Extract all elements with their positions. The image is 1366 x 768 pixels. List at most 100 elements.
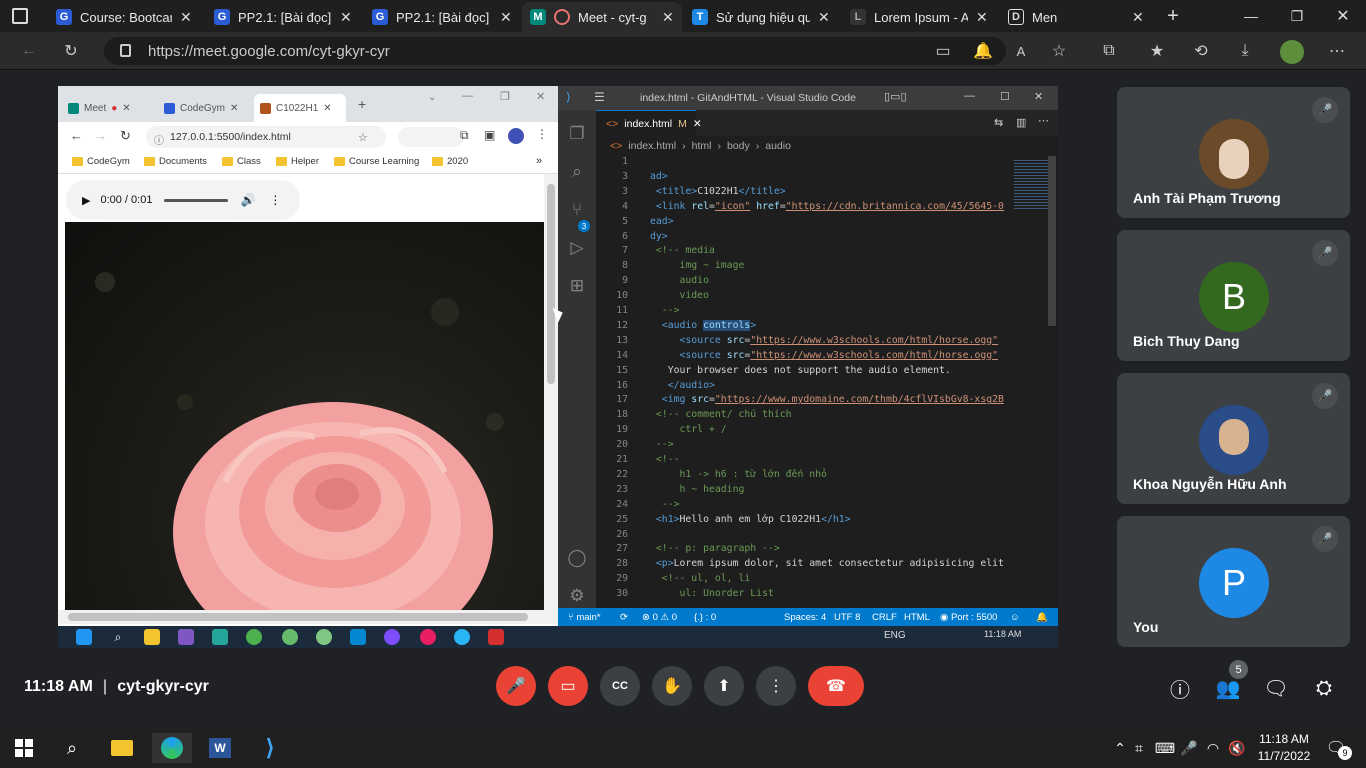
bookmark-star-icon[interactable]: ☆ xyxy=(358,131,368,144)
more-icon[interactable]: ⋮ xyxy=(536,127,548,141)
lock-icon[interactable] xyxy=(120,44,131,57)
code-editor[interactable]: 1 3 ad> 3 <title>C1022H1</title> 4 <link rel… xyxy=(596,156,1010,606)
mic-toggle-button[interactable]: 🎤 xyxy=(496,666,536,706)
close-icon[interactable]: ✕ xyxy=(693,118,702,130)
code-line[interactable]: audio xyxy=(650,275,709,286)
encoding[interactable]: UTF 8 xyxy=(834,608,860,626)
extensions-icon[interactable]: ⊞ xyxy=(558,268,596,304)
code-line[interactable]: <!-- media xyxy=(650,245,715,256)
start-button[interactable] xyxy=(4,733,44,763)
add-favorite-icon[interactable]: ☆ xyxy=(1046,38,1072,64)
more-icon[interactable]: ⋮ xyxy=(269,193,281,207)
volume-mute-icon[interactable]: 🔇 xyxy=(1222,733,1252,763)
close-window-icon[interactable]: ✕ xyxy=(536,90,545,103)
bell-icon[interactable]: 🔔 xyxy=(1036,608,1048,626)
refresh-icon[interactable]: ↻ xyxy=(58,38,84,64)
tab-actions-icon[interactable] xyxy=(12,8,28,24)
code-line[interactable]: <!-- comment/ chú thích xyxy=(650,409,792,420)
camera-toggle-button[interactable]: ▭ xyxy=(548,666,588,706)
edge-tab-6[interactable]: D Men ✕ xyxy=(1000,2,1152,32)
code-line[interactable]: <link rel="icon" href="https://cdn.brita… xyxy=(650,201,1004,212)
bookmark-item[interactable]: CodeGym xyxy=(72,156,130,167)
edge-tab-1[interactable]: G PP2.1: [Bài đọc] T ✕ xyxy=(206,2,360,32)
minimize-icon[interactable]: — xyxy=(1228,0,1274,32)
editor-tab-index[interactable]: <> index.html M ✕ xyxy=(596,110,702,136)
word-taskbar-button[interactable]: W xyxy=(200,733,240,763)
breadcrumb-item[interactable]: html xyxy=(692,140,712,152)
code-line[interactable]: Your browser does not support the audio … xyxy=(650,365,951,376)
extension-group[interactable] xyxy=(398,127,464,147)
bookmark-item[interactable]: Class xyxy=(222,156,261,167)
close-icon[interactable]: ✕ xyxy=(340,9,352,26)
code-line[interactable]: h ~ heading xyxy=(650,484,744,495)
close-icon[interactable]: ✕ xyxy=(818,9,830,26)
restore-icon[interactable]: ❐ xyxy=(500,90,510,103)
code-line[interactable]: <!-- p: paragraph --> xyxy=(650,543,780,554)
participant-tile[interactable]: 🎤 Anh Tài Phạm Trương xyxy=(1117,87,1350,218)
profile-avatar[interactable] xyxy=(508,128,524,144)
notification-blocked-icon[interactable]: 🔔 xyxy=(970,38,996,64)
code-line[interactable]: <p>Lorem ipsum dolor, sit amet consectet… xyxy=(650,558,1004,569)
close-icon[interactable]: ✕ xyxy=(1132,9,1144,26)
breadcrumb-item[interactable]: body xyxy=(727,140,750,152)
code-line[interactable]: ul: Unorder List xyxy=(650,588,773,599)
bookmark-item[interactable]: 2020 xyxy=(432,156,468,167)
close-window-icon[interactable]: ✕ xyxy=(1320,0,1366,32)
captions-button[interactable]: CC xyxy=(600,666,640,706)
participant-tile[interactable]: 🎤 P You xyxy=(1117,516,1350,647)
back-icon[interactable]: ← xyxy=(16,38,42,64)
back-icon[interactable]: ← xyxy=(70,128,83,143)
code-line[interactable]: <img src="https://www.mydomaine.com/thmb… xyxy=(650,394,1004,405)
edge-taskbar-button[interactable] xyxy=(152,733,192,763)
sync-icon[interactable]: ⟳ xyxy=(620,608,628,626)
chat-button[interactable]: 🗨 xyxy=(1262,674,1290,702)
split-editor-icon[interactable]: ▥ xyxy=(1016,116,1026,129)
present-button[interactable]: ⬆ xyxy=(704,666,744,706)
bookmark-item[interactable]: Course Learning xyxy=(334,156,419,167)
volume-icon[interactable]: 🔊 xyxy=(240,193,255,207)
code-line[interactable]: dy> xyxy=(650,231,668,242)
git-branch[interactable]: ⑂ main* xyxy=(568,608,601,626)
close-icon[interactable]: ✕ xyxy=(500,9,512,26)
system-clock[interactable]: 11:18 AM 11/7/2022 xyxy=(1252,731,1316,765)
close-icon[interactable]: ✕ xyxy=(323,103,331,114)
minimap[interactable] xyxy=(1010,156,1058,606)
chrome-address-bar[interactable]: 127.0.0.1:5500/index.html xyxy=(146,126,386,148)
audio-player[interactable]: ▶ 0:00 / 0:01 🔊 ⋮ xyxy=(66,180,300,220)
edge-tab-5[interactable]: L Lorem Ipsum - All ✕ xyxy=(842,2,996,32)
code-line[interactable]: <source src="https://www.w3schools.com/h… xyxy=(650,335,999,346)
code-line[interactable]: <audio controls> xyxy=(650,319,756,331)
search-button[interactable]: ⌕ xyxy=(52,733,92,763)
close-icon[interactable]: ✕ xyxy=(230,103,238,114)
vscode-taskbar-button[interactable]: ⟩ xyxy=(250,733,290,763)
line-ending[interactable]: CRLF xyxy=(872,608,897,626)
refresh-icon[interactable]: ↻ xyxy=(120,128,131,144)
breadcrumb-item[interactable]: index.html xyxy=(628,140,676,152)
indentation[interactable]: Spaces: 4 xyxy=(784,608,826,626)
address-bar[interactable]: https://meet.google.com/cyt-gkyr-cyr xyxy=(104,37,1006,65)
compare-icon[interactable]: ⇆ xyxy=(994,116,1003,129)
new-tab-icon[interactable]: + xyxy=(358,96,366,112)
source-control-icon[interactable]: ⑂ xyxy=(558,192,596,228)
bookmark-item[interactable]: Helper xyxy=(276,156,319,167)
activities-button[interactable]: ⛭ xyxy=(1310,674,1338,702)
account-icon[interactable]: ◯ xyxy=(558,540,596,576)
puzzle-icon[interactable]: ⧉ xyxy=(460,128,469,143)
participant-tile[interactable]: 🎤 B Bich Thuy Dang xyxy=(1117,230,1350,361)
page-scrollbar[interactable] xyxy=(544,174,558,610)
minimize-icon[interactable]: — xyxy=(964,90,975,102)
edge-tab-0[interactable]: G Course: Bootcamp ✕ xyxy=(48,2,200,32)
explorer-icon[interactable]: ❐ xyxy=(558,116,596,152)
minimize-icon[interactable]: — xyxy=(462,90,473,102)
horizontal-scrollbar[interactable] xyxy=(58,610,558,624)
chrome-tab-meet[interactable]: Meet ● ✕ xyxy=(62,94,154,122)
cursor-position[interactable]: {.} : 0 xyxy=(694,608,716,626)
read-aloud-icon[interactable]: A xyxy=(1008,38,1034,64)
more-options-button[interactable]: ⋮ xyxy=(756,666,796,706)
restore-icon[interactable]: ❐ xyxy=(1274,0,1320,32)
history-icon[interactable]: ⟲ xyxy=(1188,38,1214,64)
code-line[interactable]: </audio> xyxy=(650,380,715,391)
code-line[interactable]: ad> xyxy=(650,171,668,182)
code-line[interactable]: ead> xyxy=(650,216,674,227)
run-debug-icon[interactable]: ▷ xyxy=(558,230,596,266)
